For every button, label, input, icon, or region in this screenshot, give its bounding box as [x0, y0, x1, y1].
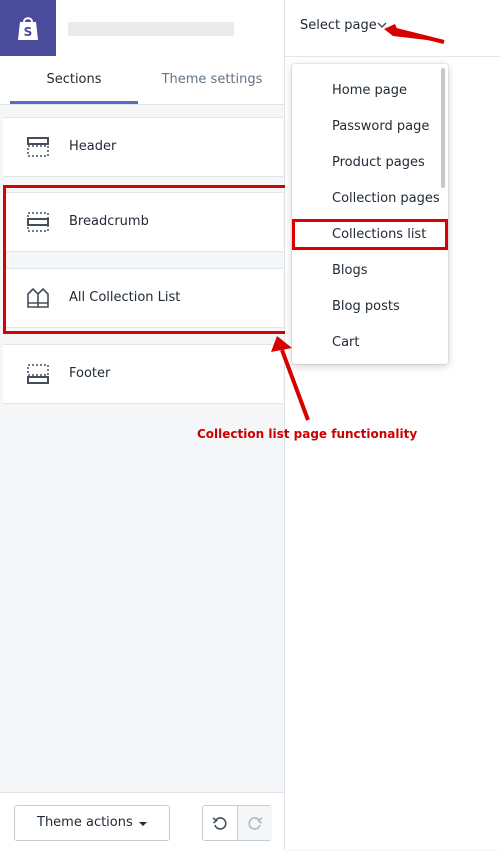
annotation-highlight-collections-list	[292, 219, 448, 250]
select-page-dropdown[interactable]: Select page	[300, 18, 377, 33]
redo-button[interactable]	[237, 806, 272, 840]
menu-item-collection-pages[interactable]: Collection pages	[332, 189, 440, 209]
shopify-bag-icon: S	[18, 17, 38, 40]
annotation-caption: Collection list page functionality	[197, 427, 418, 441]
sidebar-topbar: S	[0, 0, 284, 57]
tab-theme-settings[interactable]: Theme settings	[140, 56, 284, 104]
editor-sidebar: S Sections Theme settings Header Breadcr…	[0, 0, 285, 851]
sidebar-tabs: Sections Theme settings	[0, 56, 284, 105]
section-label: Footer	[69, 366, 111, 381]
shopify-logo[interactable]: S	[0, 0, 56, 56]
theme-actions-button[interactable]: Theme actions	[14, 805, 170, 841]
preview-topbar: Select page	[285, 0, 500, 57]
menu-item-home-page[interactable]: Home page	[332, 81, 407, 101]
section-item-header[interactable]: Header	[3, 117, 283, 177]
annotation-highlight-sections	[3, 185, 290, 334]
redo-icon	[248, 817, 263, 830]
menu-item-blog-posts[interactable]: Blog posts	[332, 297, 400, 317]
menu-scrollbar[interactable]	[441, 68, 445, 188]
undo-redo-group	[202, 805, 272, 841]
section-label: Header	[69, 139, 117, 154]
section-item-footer[interactable]: Footer	[3, 344, 283, 404]
store-name	[68, 22, 234, 36]
sidebar-bottom-bar: Theme actions	[0, 792, 284, 851]
undo-icon	[212, 817, 227, 830]
chevron-down-icon[interactable]	[377, 22, 387, 29]
theme-actions-label: Theme actions	[37, 815, 133, 830]
menu-item-cart[interactable]: Cart	[332, 333, 360, 353]
svg-text:S: S	[24, 25, 33, 39]
menu-item-password-page[interactable]: Password page	[332, 117, 429, 137]
select-page-menu: Home page Password page Product pages Co…	[292, 64, 448, 364]
undo-button[interactable]	[203, 806, 237, 840]
tab-sections[interactable]: Sections	[10, 56, 138, 104]
header-layout-icon	[27, 137, 49, 157]
caret-down-icon	[139, 822, 147, 826]
menu-item-product-pages[interactable]: Product pages	[332, 153, 425, 173]
active-tab-indicator	[10, 101, 138, 104]
menu-item-blogs[interactable]: Blogs	[332, 261, 368, 281]
footer-layout-icon	[27, 364, 49, 384]
